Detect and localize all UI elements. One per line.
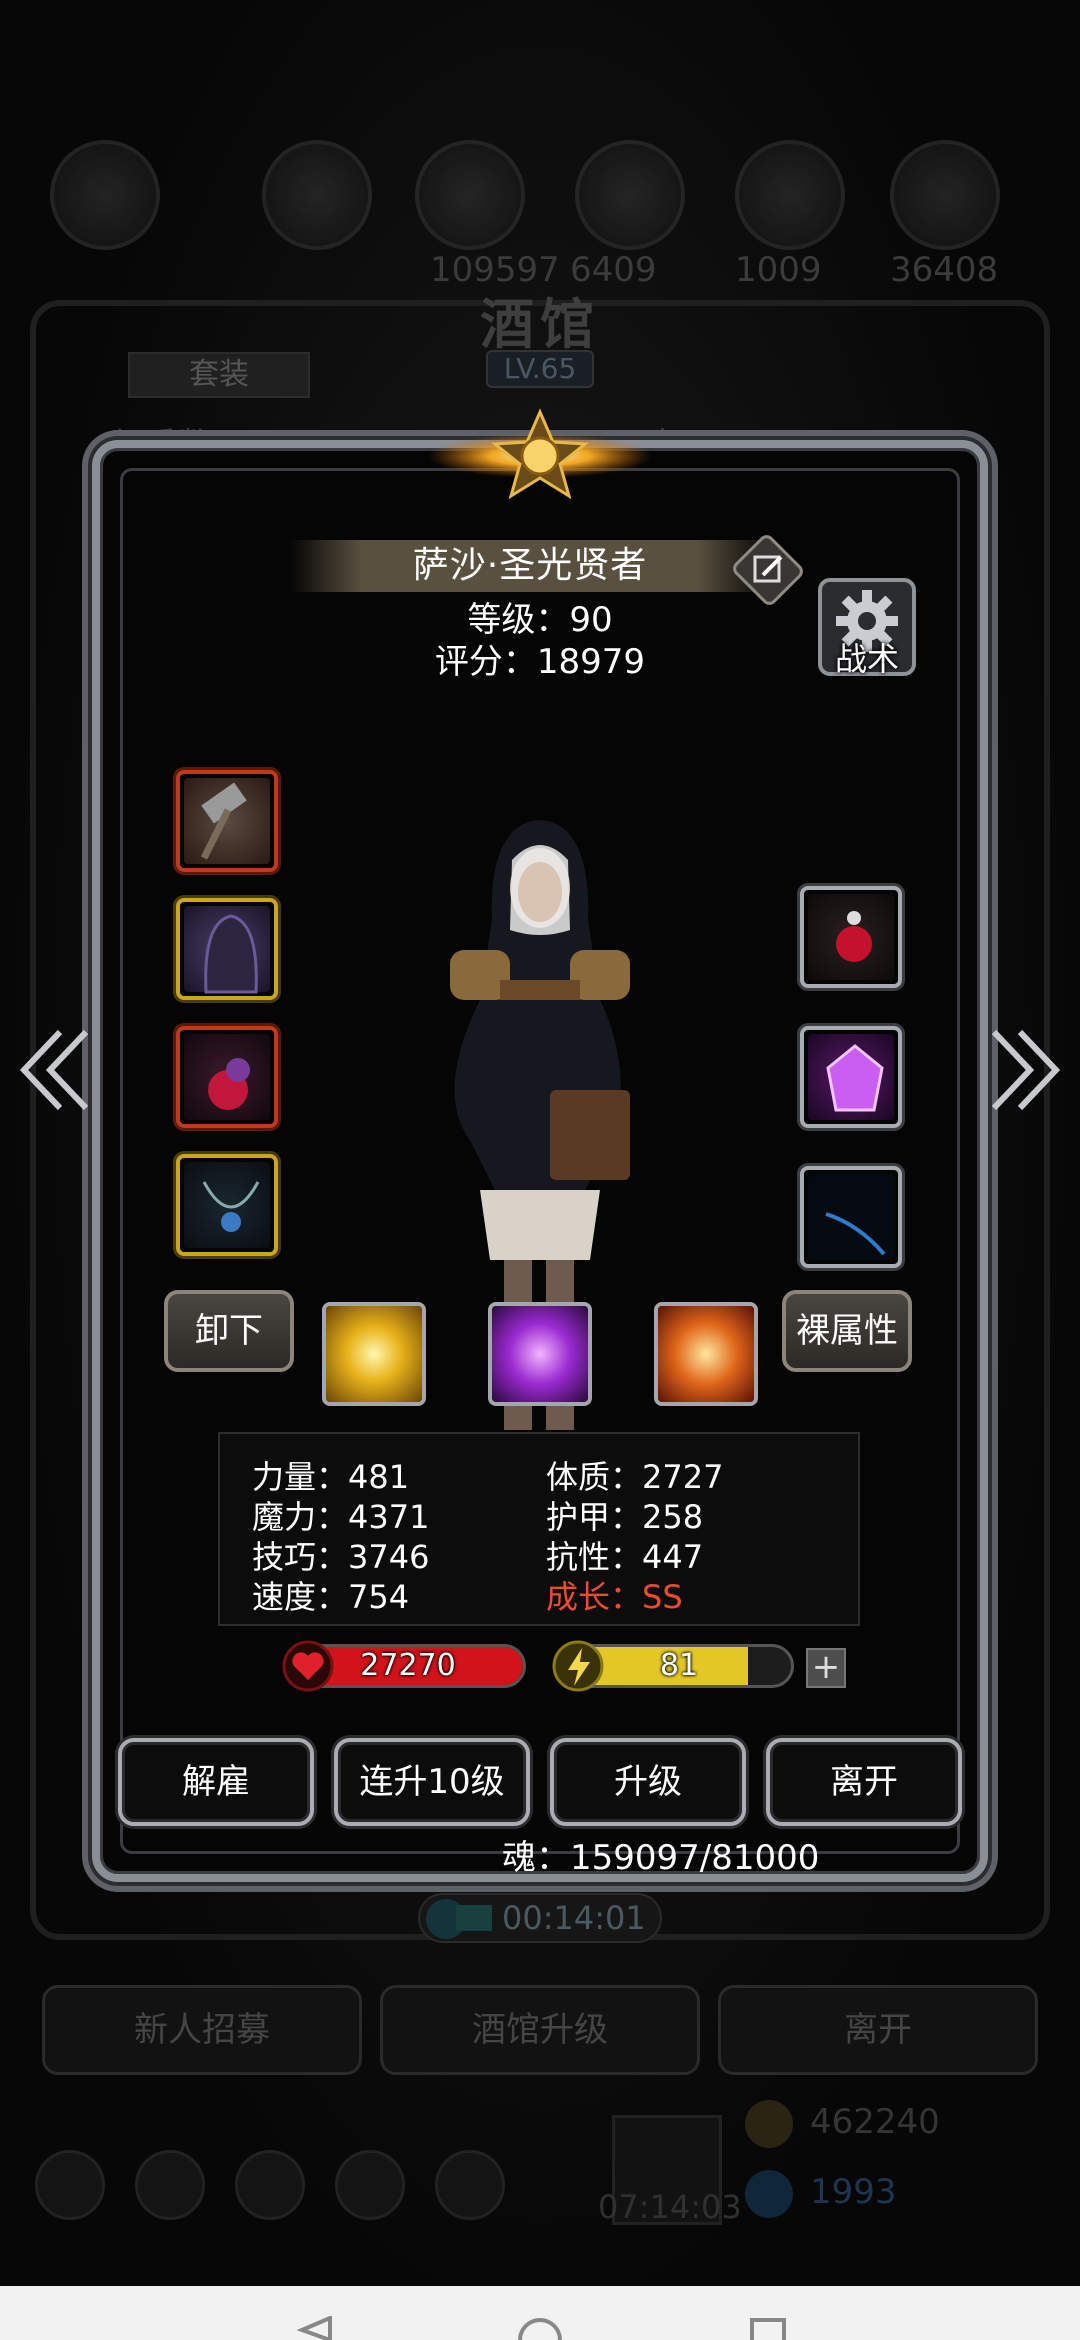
lightning-icon (552, 1640, 604, 1692)
golden-burst-icon (326, 1306, 422, 1402)
dock-icon (335, 2150, 405, 2220)
recruit-button: 新人招募 (42, 1985, 362, 2075)
skill-slot-1[interactable] (322, 1302, 426, 1406)
equip-slot-armor[interactable] (176, 898, 278, 1000)
add-energy-button[interactable]: + (806, 1648, 846, 1688)
dock-icon (35, 2150, 105, 2220)
stat-speed: 速度：754 (252, 1578, 410, 1616)
bg-timer: 00:14:01 (418, 1893, 662, 1943)
recents-icon[interactable] (748, 2316, 788, 2340)
dock-icon (135, 2150, 205, 2220)
hammer-icon (184, 778, 270, 864)
tactics-button[interactable]: 战术 (818, 578, 916, 678)
dock-icon (235, 2150, 305, 2220)
equip-slot-ring-2[interactable] (800, 1166, 902, 1268)
skill-slot-2[interactable] (488, 1302, 592, 1406)
hero-score: 评分：18979 (434, 642, 646, 682)
bg-leave-button: 离开 (718, 1985, 1038, 2075)
back-icon[interactable] (296, 2316, 336, 2340)
skill-slot-3[interactable] (654, 1302, 758, 1406)
amulet-icon (184, 1162, 270, 1248)
leave-button[interactable]: 离开 (766, 1738, 962, 1826)
soul-counter: 魂：159097/81000 (502, 1838, 820, 1878)
heart-icon (282, 1640, 334, 1692)
tavern-title: 酒馆 (480, 293, 600, 356)
equip-slot-weapon[interactable] (176, 770, 278, 872)
home-icon[interactable] (516, 2316, 564, 2340)
next-hero-arrow-icon[interactable] (986, 1020, 1066, 1120)
tactics-label: 战术 (834, 640, 899, 678)
dismiss-button[interactable]: 解雇 (118, 1738, 314, 1826)
gold-amount: 462240 (810, 2102, 940, 2142)
unequip-button[interactable]: 卸下 (164, 1290, 294, 1372)
equip-slot-gem[interactable] (800, 1026, 902, 1128)
dock-icon (435, 2150, 505, 2220)
hero-name-plate: 萨沙·圣光贤者 (290, 540, 770, 592)
raw-stats-button[interactable]: 裸属性 (782, 1290, 912, 1372)
equip-slot-offhand[interactable] (176, 1026, 278, 1128)
gem-amount: 1993 (810, 2172, 897, 2212)
set-tab: 套装 (128, 352, 310, 398)
dock-time: 07:14:03 (598, 2188, 742, 2226)
equip-slot-necklace[interactable] (176, 1154, 278, 1256)
bg-portrait-slot (50, 140, 160, 250)
purple-rune-icon (492, 1306, 588, 1402)
timer-progress (456, 1905, 492, 1931)
upgrade-ten-button[interactable]: 连升10级 (334, 1738, 530, 1826)
edit-icon (753, 555, 783, 583)
hood-icon (184, 906, 270, 994)
tavern-upgrade-button: 酒馆升级 (380, 1985, 700, 2075)
hero-name: 萨沙·圣光贤者 (412, 545, 648, 586)
gold-icon (745, 2100, 793, 2148)
system-navigation-bar (0, 2286, 1080, 2340)
blue-ring-icon (808, 1174, 894, 1260)
red-orb-icon (184, 1034, 270, 1120)
gem-icon (745, 2170, 793, 2218)
sun-emblem-icon (428, 408, 652, 500)
ruby-charm-icon (808, 894, 894, 980)
tavern-level: LV.65 (486, 350, 594, 388)
bg-resource-icon (735, 140, 845, 250)
bg-resource-icon (262, 140, 372, 250)
timer-text: 00:14:01 (502, 1899, 646, 1937)
purple-gem-icon (808, 1034, 894, 1120)
bg-resource-icon (575, 140, 685, 250)
stats-panel: 力量：481 魔力：4371 技巧：3746 速度：754 体质：2727 护甲… (218, 1432, 860, 1626)
flame-cross-icon (658, 1306, 754, 1402)
previous-hero-arrow-icon[interactable] (14, 1020, 94, 1120)
upgrade-button[interactable]: 升级 (550, 1738, 746, 1826)
stat-growth: 成长：SS (546, 1578, 683, 1616)
equip-slot-ring-1[interactable] (800, 886, 902, 988)
bg-resource-icon (415, 140, 525, 250)
bg-resource-icon (890, 140, 1000, 250)
